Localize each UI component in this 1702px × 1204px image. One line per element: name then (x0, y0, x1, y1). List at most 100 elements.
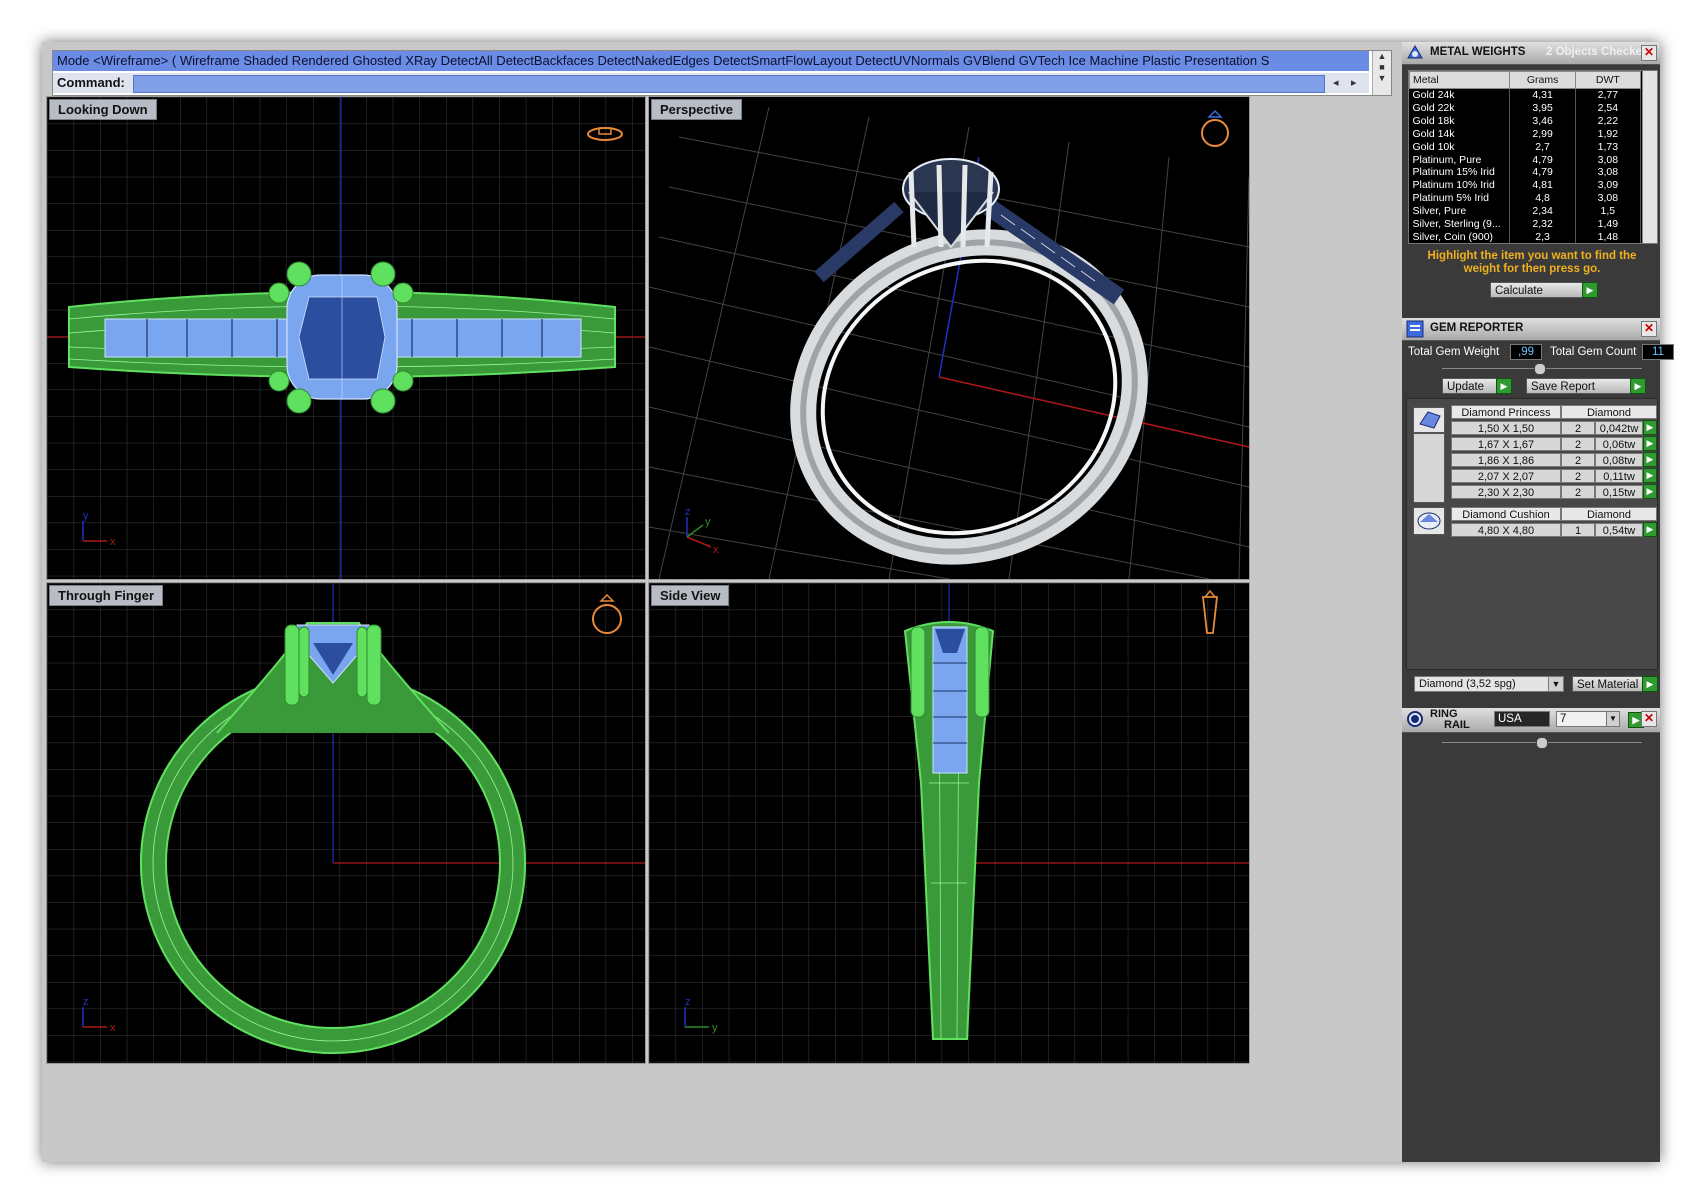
center-stone (286, 274, 398, 400)
table-row[interactable]: Platinum 10% Irid 4,81 3,09 (1409, 179, 1642, 193)
dwt-value: 3,08 (1575, 166, 1642, 180)
table-row[interactable]: Gold 18k 3,46 2,22 (1409, 114, 1642, 128)
go-arrow-icon[interactable]: ▶ (1643, 436, 1657, 451)
metal-name: Gold 14k (1409, 127, 1511, 141)
gem-row[interactable]: 1,50 X 1,50 2 0,042tw ▶ (1451, 420, 1657, 435)
grams-value: 4,81 (1509, 179, 1576, 193)
go-arrow-icon[interactable]: ▶ (1643, 522, 1657, 537)
table-row[interactable]: Platinum, Pure 4,79 3,08 (1409, 153, 1642, 167)
gem-weight: 0,08tw (1595, 453, 1643, 467)
viewport-side-view[interactable]: Side View z y (648, 582, 1250, 1064)
update-label: Update (1447, 381, 1485, 393)
viewport-looking-down[interactable]: Looking Down y x (46, 96, 646, 580)
mode-line[interactable]: Mode <Wireframe> ( Wireframe Shaded Rend… (53, 51, 1369, 71)
command-scrollbar[interactable]: ▲ ■ ▼ (1372, 51, 1391, 95)
go-arrow-icon[interactable]: ▶ (1496, 378, 1512, 394)
gem-count: 2 (1561, 485, 1595, 499)
total-weight-label: Total Gem Weight (1408, 346, 1500, 358)
table-row[interactable]: Gold 22k 3,95 2,54 (1409, 101, 1642, 115)
calculate-label: Calculate (1495, 285, 1543, 297)
go-arrow-icon[interactable]: ▶ (1643, 452, 1657, 467)
side-view-canvas: z y (649, 583, 1249, 1063)
gem-group-name: Diamond Princess (1451, 405, 1561, 419)
navigation-ring-icon[interactable] (1201, 109, 1229, 147)
axis-label: x (713, 544, 719, 556)
metal-name: Gold 22k (1409, 101, 1511, 115)
gem-row[interactable]: 1,67 X 1,67 2 0,06tw ▶ (1451, 436, 1657, 451)
go-arrow-icon[interactable]: ▶ (1642, 676, 1658, 692)
table-row[interactable]: Platinum 15% Irid 4,79 3,08 (1409, 166, 1642, 180)
gem-report-icon (1406, 320, 1424, 338)
region-field[interactable]: USA (1494, 711, 1550, 727)
size-select[interactable]: 7 ▼ (1556, 711, 1620, 727)
gem-group-bar (1413, 433, 1445, 503)
gem-row[interactable]: 2,30 X 2,30 2 0,15tw ▶ (1451, 484, 1657, 499)
gem-row[interactable]: 2,07 X 2,07 2 0,11tw ▶ (1451, 468, 1657, 483)
command-input[interactable] (133, 75, 1325, 93)
command-line: Command: ◂ ▸ (53, 73, 1369, 93)
table-row[interactable]: Gold 14k 2,99 1,92 (1409, 127, 1642, 141)
gem-list: Diamond Princess Diamond 1,50 X 1,50 2 0… (1406, 398, 1658, 670)
metal-name: Platinum 5% Irid (1409, 192, 1511, 206)
gem-weight: 0,54tw (1595, 523, 1643, 537)
metal-weights-header[interactable]: METAL WEIGHTS 2 Objects Checked ✕ (1402, 42, 1660, 65)
x-axis-line (938, 376, 1249, 448)
chevron-down-icon[interactable]: ▼ (1548, 677, 1563, 691)
go-arrow-icon[interactable]: ▶ (1630, 378, 1646, 394)
metal-name: Platinum, Pure (1409, 153, 1511, 167)
grams-value: 2,34 (1509, 205, 1576, 219)
column-header[interactable]: DWT (1574, 71, 1642, 89)
set-material-button[interactable]: Set Material ▶ (1572, 676, 1658, 692)
go-arrow-icon[interactable]: ▶ (1643, 468, 1657, 483)
rendered-ring (790, 199, 1148, 565)
gem-size: 1,67 X 1,67 (1451, 437, 1561, 451)
metal-weights-table[interactable]: Metal Grams DWT Gold 24k 4,31 2,77 Gold 22… (1408, 70, 1658, 244)
gem-row[interactable]: 4,80 X 4,80 1 0,54tw ▶ (1451, 522, 1657, 537)
update-button[interactable]: Update ▶ (1442, 378, 1512, 394)
axis-label: y (705, 516, 711, 528)
close-icon[interactable]: ✕ (1641, 321, 1657, 337)
top-view-canvas: y x (47, 97, 645, 579)
chevron-down-icon[interactable]: ▼ (1606, 712, 1619, 726)
calculate-button[interactable]: Calculate ▶ (1490, 282, 1598, 298)
grams-value: 2,3 (1509, 230, 1576, 243)
gem-group-header[interactable]: Diamond Princess Diamond (1451, 405, 1657, 419)
column-header[interactable]: Metal (1409, 71, 1511, 89)
save-report-button[interactable]: Save Report ▶ (1526, 378, 1646, 394)
table-row[interactable]: Silver, Sterling (9... 2,32 1,49 (1409, 218, 1642, 231)
gem-row[interactable]: 1,86 X 1,86 2 0,08tw ▶ (1451, 452, 1657, 467)
gem-weight: 0,15tw (1595, 485, 1643, 499)
gem-group-header[interactable]: Diamond Cushion Diamond (1451, 507, 1657, 521)
table-row[interactable]: Gold 10k 2,7 1,73 (1409, 140, 1642, 154)
table-row[interactable]: Platinum 5% Irid 4,8 3,08 (1409, 192, 1642, 206)
gem-size: 2,30 X 2,30 (1451, 485, 1561, 499)
go-arrow-icon[interactable]: ▶ (1643, 484, 1657, 499)
scroll-right-icon[interactable]: ▸ (1351, 73, 1357, 93)
gem-reporter-header[interactable]: GEM REPORTER ✕ (1402, 318, 1660, 341)
viewport-label: Through Finger (49, 585, 164, 606)
viewport-label: Perspective (651, 99, 742, 120)
gem-slider-thumb[interactable] (1534, 363, 1546, 375)
scroll-left-icon[interactable]: ◂ (1333, 73, 1339, 93)
close-icon[interactable]: ✕ (1641, 711, 1657, 727)
column-header[interactable]: Grams (1509, 71, 1576, 89)
dwt-value: 2,22 (1575, 114, 1642, 128)
objects-checked-status: 2 Objects Checked (1546, 46, 1649, 58)
go-arrow-icon[interactable]: ▶ (1582, 282, 1598, 298)
viewport-perspective[interactable]: Perspective z y x (648, 96, 1250, 580)
table-row[interactable]: Silver, Coin (900) 2,3 1,48 (1409, 230, 1642, 243)
table-row[interactable]: Gold 24k 4,31 2,77 (1409, 88, 1642, 102)
ring-rail-header[interactable]: RING RAIL USA 7 ▼ ▶ ✕ (1402, 708, 1660, 733)
material-select[interactable]: Diamond (3,52 spg) ▼ (1414, 676, 1564, 692)
table-scrollbar[interactable] (1642, 71, 1657, 243)
viewport-label: Looking Down (49, 99, 157, 120)
viewport-through-finger[interactable]: Through Finger z x (46, 582, 646, 1064)
dwt-value: 1,5 (1575, 205, 1642, 219)
table-row[interactable]: Silver, Pure 2,34 1,5 (1409, 205, 1642, 219)
gem-count: 1 (1561, 523, 1595, 537)
go-arrow-icon[interactable]: ▶ (1643, 420, 1657, 435)
close-icon[interactable]: ✕ (1641, 45, 1657, 61)
axis-label: y (83, 510, 89, 522)
dwt-value: 3,08 (1575, 153, 1642, 167)
ring-rail-slider-thumb[interactable] (1536, 737, 1548, 749)
